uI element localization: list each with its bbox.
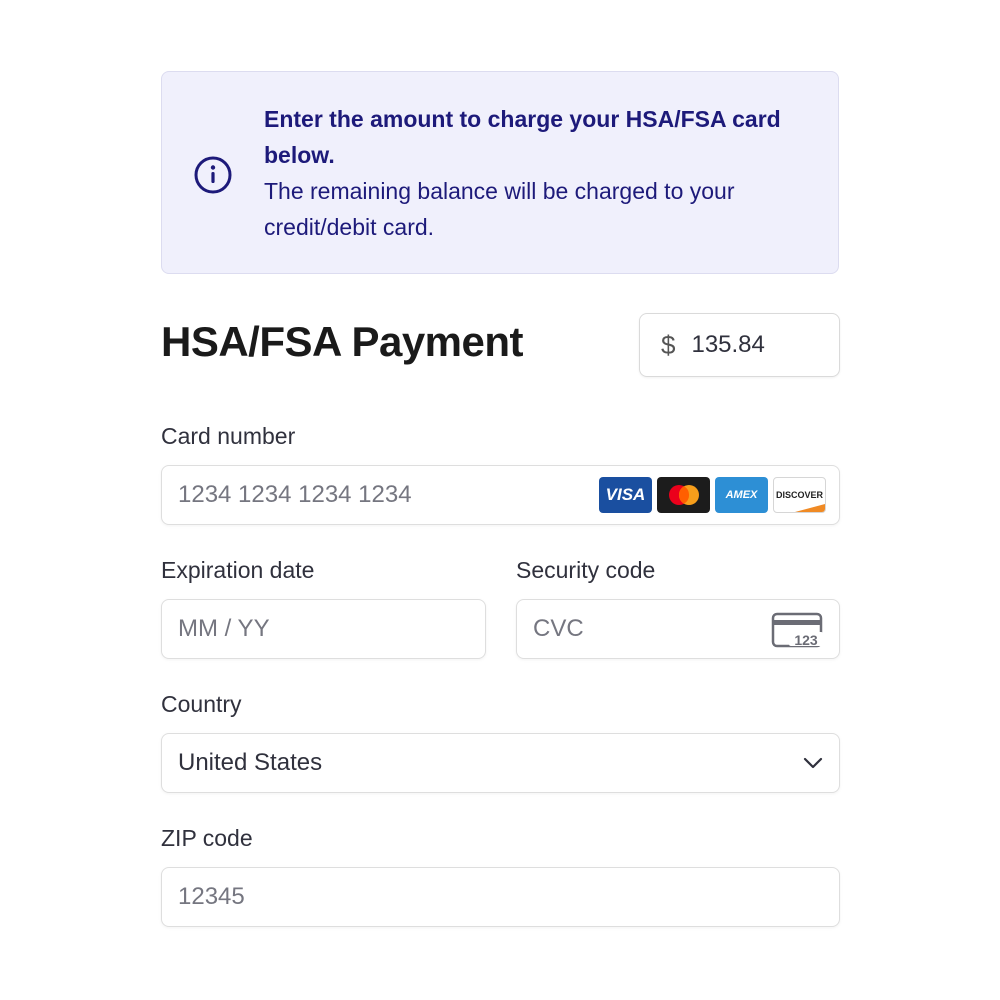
banner-normal-text: The remaining balance will be charged to… [264, 178, 735, 240]
amex-logo: AMEX [715, 477, 768, 513]
amount-input[interactable]: $ 135.84 [639, 313, 840, 377]
page-title: HSA/FSA Payment [161, 318, 524, 365]
expiration-placeholder: MM / YY [178, 615, 270, 642]
cvc-card-icon: 123 [771, 612, 823, 648]
banner-bold-text: Enter the amount to charge your HSA/FSA … [264, 106, 781, 168]
card-brand-logos: VISA AMEX DISCOVER [599, 477, 826, 513]
country-label: Country [161, 691, 242, 717]
card-number-label: Card number [161, 423, 296, 449]
country-value: United States [178, 749, 323, 776]
mastercard-logo [657, 477, 710, 513]
amount-value: 135.84 [691, 331, 765, 358]
zip-label: ZIP code [161, 825, 253, 851]
svg-text:123: 123 [794, 632, 818, 648]
info-banner: Enter the amount to charge your HSA/FSA … [161, 71, 839, 274]
zip-placeholder: 12345 [178, 883, 245, 910]
banner-message: Enter the amount to charge your HSA/FSA … [264, 101, 824, 245]
security-code-label: Security code [516, 557, 656, 583]
currency-symbol: $ [661, 329, 676, 360]
security-code-placeholder: CVC [533, 615, 584, 642]
security-code-field[interactable]: CVC 123 [516, 599, 840, 659]
chevron-down-icon [803, 757, 823, 769]
visa-logo: VISA [599, 477, 652, 513]
card-number-field[interactable]: 1234 1234 1234 1234 VISA AMEX DISCOVER [161, 465, 840, 525]
expiration-field[interactable]: MM / YY [161, 599, 486, 659]
discover-logo: DISCOVER [773, 477, 826, 513]
country-select[interactable]: United States [161, 733, 840, 793]
info-icon [194, 156, 232, 194]
zip-field[interactable]: 12345 [161, 867, 840, 927]
expiration-label: Expiration date [161, 557, 315, 583]
card-number-placeholder: 1234 1234 1234 1234 [178, 481, 412, 508]
